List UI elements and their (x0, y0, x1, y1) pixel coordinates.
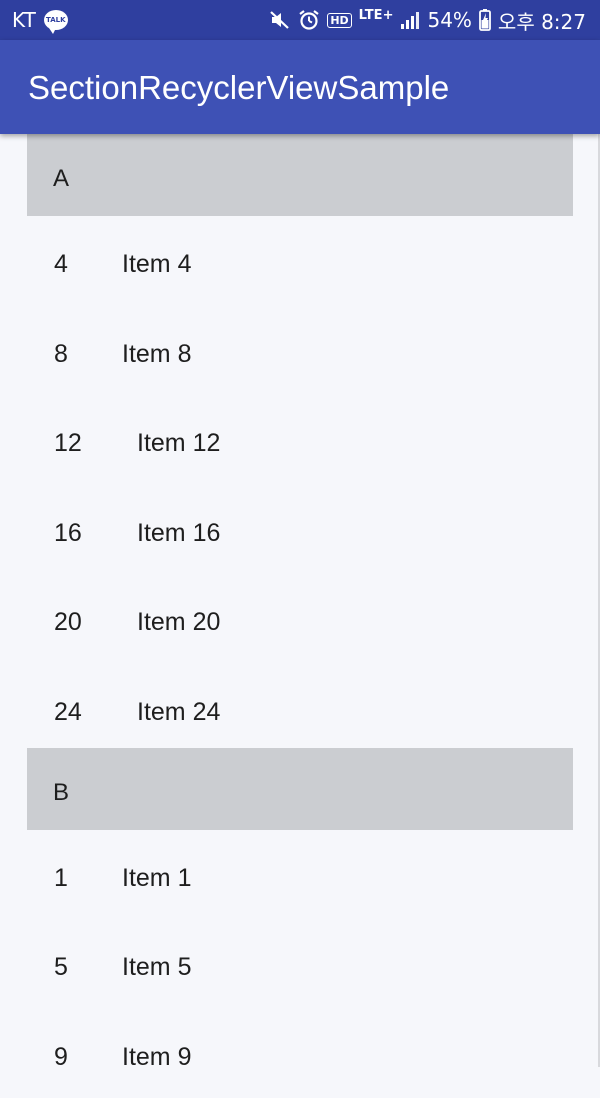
item-label: Item 20 (137, 607, 220, 637)
item-label: Item 8 (122, 339, 191, 369)
kakaotalk-notification-icon: TALK (44, 10, 68, 30)
item-number: 20 (54, 607, 82, 637)
status-left-group: KT TALK (12, 6, 68, 34)
signal-strength-icon (400, 10, 420, 30)
alarm-icon (298, 9, 320, 31)
lte-sup: + (383, 8, 394, 23)
list-item[interactable]: 1 Item 1 (0, 830, 600, 920)
item-number: 12 (54, 428, 82, 458)
item-number: 16 (54, 518, 82, 548)
battery-charging-icon (479, 9, 491, 31)
battery-percent: 54% (427, 8, 471, 32)
section-header-a: A (27, 134, 573, 216)
hd-voice-icon: HD (327, 13, 351, 28)
list-item[interactable]: 16 Item 16 (0, 485, 600, 575)
item-label: Item 12 (137, 428, 220, 458)
item-number: 8 (54, 339, 68, 369)
clock-time: 오후 8:27 (498, 6, 586, 35)
status-right-group: HD LTE+ 54% 오후 8:27 (269, 6, 586, 34)
app-title: SectionRecyclerViewSample (28, 68, 449, 108)
list-item[interactable]: 12 Item 12 (0, 395, 600, 485)
app-toolbar: SectionRecyclerViewSample (0, 40, 600, 134)
section-header-b: B (27, 748, 573, 830)
item-label: Item 9 (122, 1042, 191, 1072)
mute-icon (269, 9, 291, 31)
lte-indicator: LTE+ (359, 9, 394, 23)
item-label: Item 24 (137, 697, 220, 727)
section-title: A (53, 164, 69, 194)
list-item[interactable]: 5 Item 5 (0, 919, 600, 1009)
list-item[interactable]: 24 Item 24 (0, 664, 600, 748)
list-item[interactable]: 4 Item 4 (0, 216, 600, 306)
item-label: Item 1 (122, 863, 191, 893)
list-item[interactable]: 9 Item 9 (0, 1009, 600, 1098)
item-number: 9 (54, 1042, 68, 1072)
lte-label: LTE (359, 8, 383, 23)
item-number: 5 (54, 952, 68, 982)
item-label: Item 5 (122, 952, 191, 982)
item-number: 1 (54, 863, 68, 893)
item-number: 24 (54, 697, 82, 727)
item-label: Item 16 (137, 518, 220, 548)
status-bar: KT TALK HD LTE+ (0, 0, 600, 40)
talk-badge-text: TALK (46, 16, 66, 24)
item-label: Item 4 (122, 249, 191, 279)
section-recycler-list[interactable]: A 4 Item 4 8 Item 8 12 Item 12 16 Item 1… (0, 134, 600, 1098)
list-item[interactable]: 20 Item 20 (0, 574, 600, 664)
carrier-label: KT (12, 8, 36, 32)
section-title: B (53, 778, 69, 808)
list-item[interactable]: 8 Item 8 (0, 306, 600, 396)
item-number: 4 (54, 249, 68, 279)
